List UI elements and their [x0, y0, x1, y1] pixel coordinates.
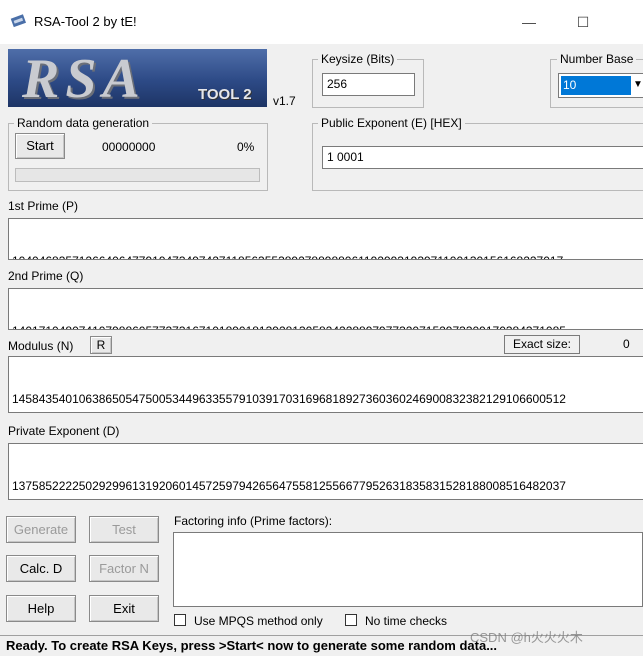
app-key-icon	[10, 14, 27, 28]
prime-p-textbox[interactable]: 1040468357126640647791947349742711856355…	[8, 218, 643, 260]
random-progress-bar	[15, 168, 260, 182]
mpqs-checkbox[interactable]	[174, 614, 186, 626]
logo-main-text: RSA	[22, 49, 146, 107]
random-counter: 00000000	[102, 140, 156, 154]
prime-q-line: 1401710480741079886057737316710189018139…	[12, 323, 643, 329]
public-exponent-label: Public Exponent (E) [HEX]	[318, 116, 465, 130]
factoring-label: Factoring info (Prime factors):	[174, 514, 333, 528]
number-base-value: 10	[561, 76, 631, 95]
exact-size-value: 0	[623, 337, 630, 351]
version-label: v1.7	[273, 94, 296, 108]
number-base-label: Number Base	[557, 52, 637, 66]
modulus-r-button[interactable]: R	[90, 336, 112, 354]
no-time-label: No time checks	[365, 614, 448, 628]
number-base-select[interactable]: 10 ▼	[558, 73, 643, 98]
keysize-input[interactable]: 256	[322, 73, 415, 96]
calc-d-button[interactable]: Calc. D	[6, 555, 76, 582]
public-exponent-input[interactable]: 1 0001	[322, 146, 643, 169]
watermark-text: CSDN @h火火火木	[470, 630, 583, 645]
private-exponent-label: Private Exponent (D)	[8, 424, 120, 438]
prime-q-textbox[interactable]: 1401710480741079886057737316710189018139…	[8, 288, 643, 330]
exit-button[interactable]: Exit	[89, 595, 159, 622]
modulus-line: 1458435401063865054750053449633557910391…	[12, 392, 566, 406]
maximize-icon[interactable]: ☐	[568, 10, 598, 34]
prime-p-line: 1040468357126640647791947349742711856355…	[12, 253, 643, 259]
factor-n-button[interactable]: Factor N	[89, 555, 159, 582]
modulus-textbox[interactable]: 1458435401063865054750053449633557910391…	[8, 356, 643, 413]
rsa-logo: RSA TOOL 2	[8, 49, 267, 107]
random-label: Random data generation	[14, 116, 153, 130]
keysize-label: Keysize (Bits)	[318, 52, 398, 66]
chevron-down-icon[interactable]: ▼	[633, 79, 643, 90]
private-exponent-textbox[interactable]: 1375852222502929961319206014572597942656…	[8, 443, 643, 500]
exact-size-label: Exact size:	[504, 335, 580, 354]
no-time-checkbox[interactable]	[345, 614, 357, 626]
private-exponent-line: 1375852222502929961319206014572597942656…	[12, 479, 566, 493]
window-title: RSA-Tool 2 by tE!	[34, 14, 137, 29]
mpqs-label: Use MPQS method only	[194, 614, 323, 628]
prime-p-label: 1st Prime (P)	[8, 199, 79, 213]
modulus-label: Modulus (N)	[8, 339, 74, 353]
start-button[interactable]: Start	[15, 133, 65, 159]
generate-button[interactable]: Generate	[6, 516, 76, 543]
prime-q-label: 2nd Prime (Q)	[8, 269, 84, 283]
logo-sub-text: TOOL 2	[198, 86, 252, 103]
minimize-icon[interactable]: —	[514, 10, 544, 34]
test-button[interactable]: Test	[89, 516, 159, 543]
help-button[interactable]: Help	[6, 595, 76, 622]
factoring-textbox[interactable]	[173, 532, 643, 607]
random-percent: 0%	[237, 140, 255, 154]
